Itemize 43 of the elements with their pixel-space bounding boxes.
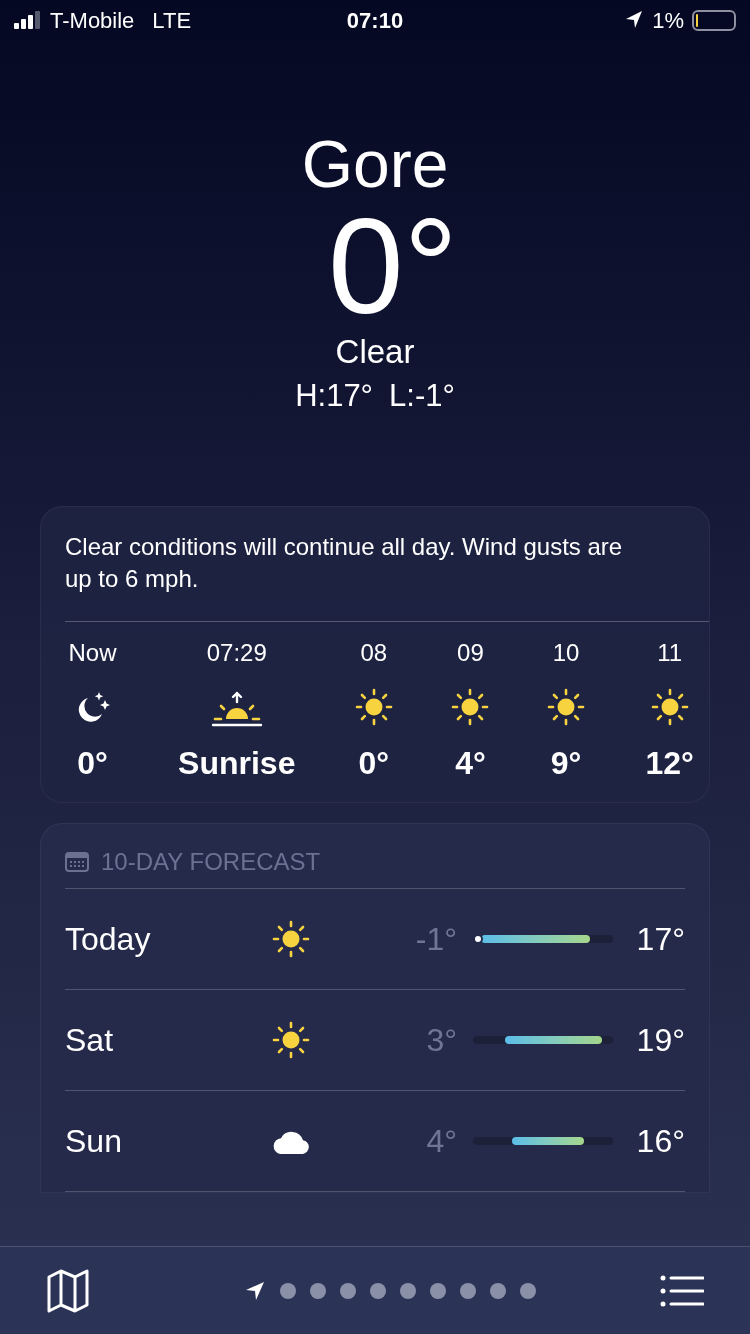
high-temperature: H:17° [295,377,374,415]
hour-label: Now [68,638,117,668]
high-temperature: 17° [636,920,685,959]
forecast-summary: Clear conditions will continue all day. Wind gusts are up to 6 mph. [64,532,624,594]
hour-label: 11 [657,638,683,668]
day-name: Sun [65,1122,123,1161]
signal-icon [14,11,40,29]
day-name: Today [65,920,152,959]
section-title: 10-DAY FORECAST [101,848,321,876]
low-temperature: 3° [425,1021,457,1060]
calendar-icon [65,851,89,873]
hour-temperature: 0° [77,744,108,782]
menu-icon [660,1273,704,1308]
low-temperature: -1° [414,920,457,959]
hour-temperature: 12° [645,744,694,782]
sun-icon [650,688,689,726]
hour-temperature: 0° [358,744,390,782]
sun-icon [547,688,586,726]
clock: 07:10 [346,6,404,35]
high-temperature: 19° [636,1021,685,1060]
sun-icon [354,688,393,726]
low-temperature: L:-1° [389,377,455,415]
network-type: LTE [152,6,192,35]
high-temperature: 16° [636,1122,685,1161]
location-arrow-icon [245,1280,265,1301]
battery-percent: 1% [652,6,684,35]
day-name: Sat [65,1021,115,1060]
hour-label: 07:29 [206,638,267,668]
hour-temperature: Sunrise [178,744,296,782]
sun-icon [272,920,310,958]
hour-temperature: 4° [455,744,486,782]
hour-label: 10 [552,638,580,668]
hour-label: 09 [457,638,484,668]
carrier-name: T-Mobile [50,6,135,35]
map-icon [46,1268,90,1313]
hour-temperature: 9° [550,744,582,782]
low-temperature: 4° [425,1122,457,1161]
battery-icon [692,9,736,31]
sun-icon [451,688,490,726]
hour-label: 08 [360,638,388,668]
sun-icon [272,1021,310,1059]
location-arrow-icon [624,10,645,30]
location-page-button[interactable] [244,1279,266,1302]
